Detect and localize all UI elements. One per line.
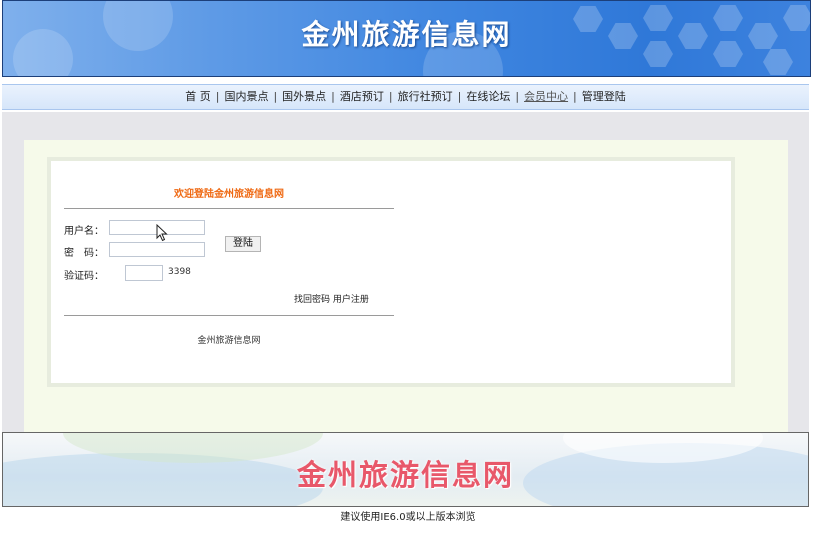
nav-item-member-center[interactable]: 会员中心 bbox=[524, 90, 568, 103]
divider bbox=[64, 315, 394, 316]
nav-separator: | bbox=[273, 90, 278, 103]
nav-item-foreign-attractions[interactable]: 国外景点 bbox=[282, 90, 326, 103]
captcha-input[interactable] bbox=[125, 265, 163, 281]
nav-item-hotel-booking[interactable]: 酒店预订 bbox=[340, 90, 384, 103]
login-site-name: 金州旅游信息网 bbox=[197, 336, 261, 346]
nav-separator: | bbox=[457, 90, 462, 103]
nav-separator: | bbox=[515, 90, 520, 103]
main-nav: 首 页 | 国内景点 | 国外景点 | 酒店预订 | 旅行社预订 | 在线论坛 | 会员中心 | 管理登陆 bbox=[2, 84, 809, 110]
nav-item-domestic-attractions[interactable]: 国内景点 bbox=[224, 90, 268, 103]
login-button[interactable]: 登陆 bbox=[225, 236, 261, 252]
nav-separator: | bbox=[573, 90, 577, 103]
nav-item-admin-login[interactable]: 管理登陆 bbox=[582, 90, 626, 103]
browser-note: 建议使用IE6.0或以上版本浏览 bbox=[340, 512, 476, 523]
username-label: 用户名： bbox=[64, 226, 104, 237]
password-label: 密 码： bbox=[64, 248, 104, 259]
nav-item-forum[interactable]: 在线论坛 bbox=[466, 90, 510, 103]
nav-separator: | bbox=[331, 90, 335, 103]
captcha-code: 3398 bbox=[168, 267, 191, 277]
forgot-password-link[interactable]: 找回密码 bbox=[294, 295, 330, 305]
login-welcome: 欢迎登陆金州旅游信息网 bbox=[174, 189, 284, 200]
captcha-label: 验证码： bbox=[64, 271, 104, 282]
footer-banner: 金州旅游信息网 bbox=[2, 432, 809, 507]
password-input[interactable] bbox=[109, 242, 205, 257]
divider bbox=[64, 208, 394, 209]
footer-site-title: 金州旅游信息网 bbox=[296, 458, 514, 492]
site-title: 金州旅游信息网 bbox=[301, 18, 512, 51]
nav-item-home[interactable]: 首 页 bbox=[185, 90, 211, 103]
header-banner: 金州旅游信息网 bbox=[2, 0, 811, 77]
register-link[interactable]: 用户注册 bbox=[333, 295, 369, 305]
nav-item-travel-agency[interactable]: 旅行社预订 bbox=[398, 90, 453, 103]
nav-separator: | bbox=[388, 90, 393, 103]
nav-separator: | bbox=[215, 90, 220, 103]
mouse-cursor-icon bbox=[156, 224, 168, 242]
account-links: 找回密码 用户注册 bbox=[294, 292, 369, 305]
